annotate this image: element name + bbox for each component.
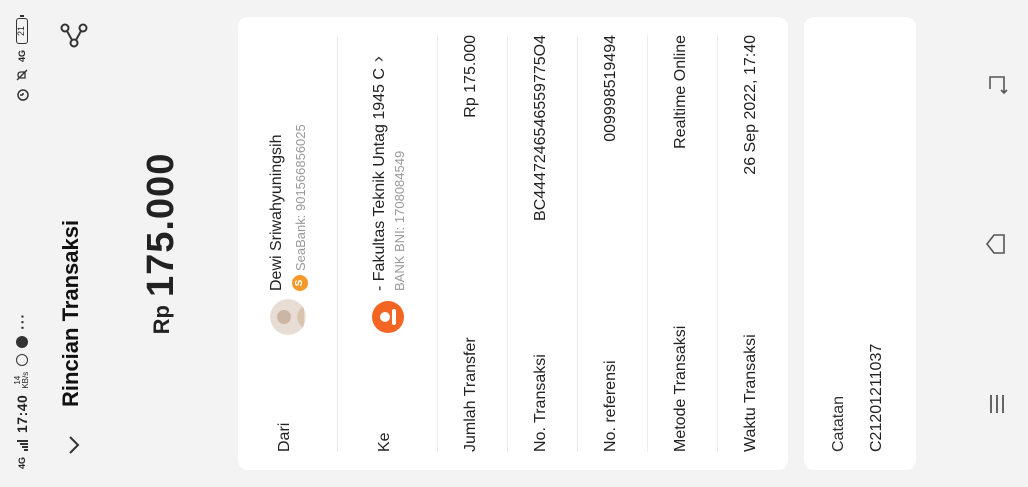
to-label: Ke <box>376 432 393 452</box>
detail-label: Jumlah Transfer <box>462 337 479 452</box>
more-notifications-icon: ··· <box>14 312 30 330</box>
detail-value: Rp 175.000 <box>462 35 479 118</box>
share-icon[interactable] <box>59 20 89 50</box>
screen-stage: 4G 17:40 14 KB/s ··· 4G 21 Rincian Trans… <box>0 0 1028 487</box>
detail-value: BC4447246546559775O4 <box>532 35 549 221</box>
detail-label: No. Transaksi <box>532 354 549 452</box>
phone-screen: 4G 17:40 14 KB/s ··· 4G 21 Rincian Trans… <box>0 0 1028 487</box>
recipient-bank: BANK BNI: 1708084549 <box>392 150 407 291</box>
whatsapp-icon <box>16 353 28 366</box>
alarm-icon <box>17 89 29 101</box>
sender-info: Dewi Sriwahyuningsih S SeaBank: 90156685… <box>262 35 314 335</box>
system-nav-bar <box>968 0 1028 487</box>
telegram-icon <box>16 335 28 348</box>
battery-level: 21 <box>16 26 26 37</box>
detail-row-amount: Jumlah Transfer Rp 175.000 <box>438 35 508 452</box>
detail-row-reference: No. referensi 009998519494 <box>578 35 648 452</box>
menu-icon[interactable] <box>982 389 1012 419</box>
sender-name: Dewi Sriwahyuningsih <box>268 134 285 291</box>
note-value: C21201211037 <box>868 343 885 452</box>
status-right: 4G 21 <box>0 18 44 102</box>
sender-bank: S SeaBank: 901566856025 <box>292 124 308 291</box>
detail-value: 009998519494 <box>602 35 619 142</box>
note-label: Catatan <box>830 395 847 452</box>
to-row[interactable]: Ke - Fakultas Teknik Untag 1945 C › BANK … <box>338 35 438 452</box>
network-speed: 14 KB/s <box>13 371 30 389</box>
signal-icon <box>16 439 28 451</box>
detail-value: Realtime Online <box>672 35 689 149</box>
status-bar: 4G 17:40 14 KB/s ··· 4G 21 <box>0 0 44 487</box>
from-label: Dari <box>276 422 293 452</box>
detail-row-time: Waktu Transaksi 26 Sep 2022, 17:40 <box>718 35 788 452</box>
from-row: Dari Dewi Sriwahyuningsih S SeaBank: 901… <box>238 35 338 452</box>
amount-value: 175.000 <box>140 152 182 298</box>
detail-row-transaction-no: No. Transaksi BC4447246546559775O4 <box>508 35 578 452</box>
detail-label: No. referensi <box>602 360 619 452</box>
recipient-name-text: - Fakultas Teknik Untag 1945 C <box>371 68 388 291</box>
seabank-icon: S <box>292 275 308 291</box>
chevron-down-icon[interactable] <box>62 433 86 457</box>
detail-label: Waktu Transaksi <box>742 334 759 452</box>
home-icon[interactable] <box>982 229 1012 259</box>
chevron-right-icon[interactable]: › <box>368 56 389 62</box>
status-time: 17:40 <box>14 394 30 433</box>
bank-bni-icon <box>372 301 404 333</box>
mute-icon <box>16 69 28 81</box>
network-indicator-2: 4G <box>16 50 27 63</box>
detail-value: 26 Sep 2022, 17:40 <box>742 35 759 175</box>
note-card: Catatan C21201211037 <box>804 17 916 470</box>
transaction-details-card: Dari Dewi Sriwahyuningsih S SeaBank: 901… <box>238 17 788 470</box>
detail-label: Metode Transaksi <box>672 325 689 452</box>
status-left: 4G 17:40 14 KB/s ··· <box>0 313 44 469</box>
network-speed-unit: KB/s <box>21 371 30 389</box>
transaction-amount: Rp 175.000 <box>140 0 183 487</box>
battery-icon: 21 <box>16 18 28 44</box>
recipient-name: - Fakultas Teknik Untag 1945 C › <box>368 56 389 291</box>
page-title: Rincian Transaksi <box>58 219 83 407</box>
detail-row-method: Metode Transaksi Realtime Online <box>648 35 718 452</box>
app-header: Rincian Transaksi <box>44 0 102 487</box>
back-icon[interactable] <box>982 69 1012 99</box>
amount-currency: Rp <box>148 305 174 335</box>
sender-avatar <box>270 299 306 335</box>
network-indicator: 4G <box>16 456 27 469</box>
sender-bank-text: SeaBank: 901566856025 <box>292 124 308 271</box>
recipient-info[interactable]: - Fakultas Teknik Untag 1945 C › BANK BNI… <box>362 35 414 335</box>
